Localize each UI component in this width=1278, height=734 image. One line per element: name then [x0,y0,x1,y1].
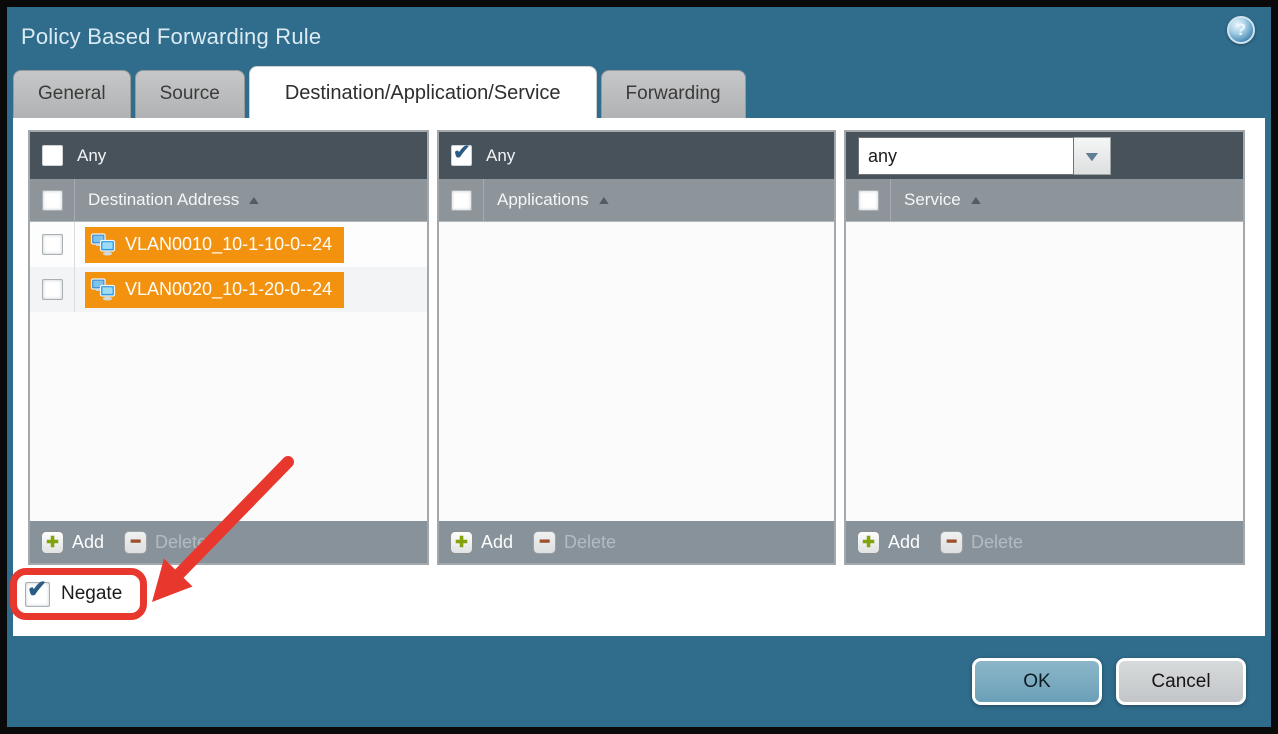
destination-toolbar: ✚ Add − Delete [30,521,427,563]
destination-list: VLAN0010_10-1-10-0--24 [30,222,427,521]
service-toolbar: ✚ Add − Delete [846,521,1243,563]
dialog-title: Policy Based Forwarding Rule [21,24,321,50]
tab-general[interactable]: General [13,70,131,118]
applications-any-checkbox[interactable]: ✔ [451,145,472,166]
applications-selectall-cell [439,179,484,221]
applications-list [439,222,834,521]
destination-selectall-checkbox[interactable] [42,190,63,211]
table-row[interactable]: VLAN0010_10-1-10-0--24 [30,222,427,267]
delete-button[interactable]: − Delete [124,531,207,554]
applications-any-label: Any [486,146,515,166]
chevron-down-icon: ▼ [1082,148,1103,164]
destination-any-checkbox[interactable] [42,145,63,166]
applications-any-bar: ✔ Any [439,132,834,179]
policy-based-forwarding-dialog: Policy Based Forwarding Rule ? General S… [7,7,1271,727]
sort-asc-icon[interactable]: ▲ [968,193,984,207]
service-dropdown-value[interactable]: any [858,137,1074,175]
row-checkbox[interactable] [42,279,63,300]
negate-annotation-box: ✔ Negate [10,568,147,620]
negate-label: Negate [61,583,122,605]
service-dropdown-bar: any ▼ [846,132,1243,179]
help-icon[interactable]: ? [1227,16,1255,44]
row-checkbox-cell [30,222,75,267]
service-list [846,222,1243,521]
dialog-footer: OK Cancel [7,636,1271,727]
dialog-titlebar: Policy Based Forwarding Rule [7,7,1271,67]
applications-column-header: Applications ▲ [439,179,834,222]
destination-column-header: Destination Address ▲ [30,179,427,222]
minus-icon: − [533,531,556,554]
service-column-header: Service ▲ [846,179,1243,222]
address-object-chip[interactable]: VLAN0010_10-1-10-0--24 [85,227,344,263]
delete-button[interactable]: − Delete [940,531,1023,554]
destination-header-label[interactable]: Destination Address [88,190,239,210]
destination-any-bar: Any [30,132,427,179]
minus-icon: − [940,531,963,554]
service-selectall-cell [846,179,891,221]
service-dropdown-button[interactable]: ▼ [1074,137,1111,175]
address-object-chip[interactable]: VLAN0020_10-1-20-0--24 [85,272,344,308]
tab-content: Any Destination Address ▲ [13,118,1265,636]
sort-asc-icon[interactable]: ▲ [596,193,612,207]
check-icon: ✔ [453,140,471,165]
tab-forwarding[interactable]: Forwarding [601,70,746,118]
negate-checkbox[interactable]: ✔ [25,582,50,607]
network-address-icon [90,277,117,302]
service-dropdown: any ▼ [858,137,1111,175]
applications-panel: ✔ Any Applications ▲ ✚ [437,130,836,565]
delete-button[interactable]: − Delete [533,531,616,554]
applications-header-label[interactable]: Applications [497,190,589,210]
cancel-button[interactable]: Cancel [1116,658,1246,705]
destination-address-panel: Any Destination Address ▲ [28,130,429,565]
tab-source[interactable]: Source [135,70,245,118]
destination-any-label: Any [77,146,106,166]
plus-icon: ✚ [857,531,880,554]
add-button[interactable]: ✚ Add [41,531,104,554]
network-address-icon [90,232,117,257]
tab-bar: General Source Destination/Application/S… [7,67,1271,118]
applications-toolbar: ✚ Add − Delete [439,521,834,563]
address-object-label: VLAN0010_10-1-10-0--24 [125,234,332,255]
plus-icon: ✚ [41,531,64,554]
sort-asc-icon[interactable]: ▲ [246,193,262,207]
row-checkbox-cell [30,267,75,312]
service-selectall-checkbox[interactable] [858,190,879,211]
add-button[interactable]: ✚ Add [857,531,920,554]
service-panel: any ▼ Service ▲ [844,130,1245,565]
screenshot-frame: Policy Based Forwarding Rule ? General S… [0,0,1278,734]
ok-button[interactable]: OK [972,658,1102,705]
address-object-label: VLAN0020_10-1-20-0--24 [125,279,332,300]
service-header-label[interactable]: Service [904,190,961,210]
applications-selectall-checkbox[interactable] [451,190,472,211]
table-row[interactable]: VLAN0020_10-1-20-0--24 [30,267,427,312]
plus-icon: ✚ [450,531,473,554]
row-checkbox[interactable] [42,234,63,255]
destination-selectall-cell [30,179,75,221]
add-button[interactable]: ✚ Add [450,531,513,554]
column-layout: Any Destination Address ▲ [28,130,1250,565]
minus-icon: − [124,531,147,554]
check-icon: ✔ [27,575,47,604]
tab-destination-application-service[interactable]: Destination/Application/Service [249,66,597,118]
